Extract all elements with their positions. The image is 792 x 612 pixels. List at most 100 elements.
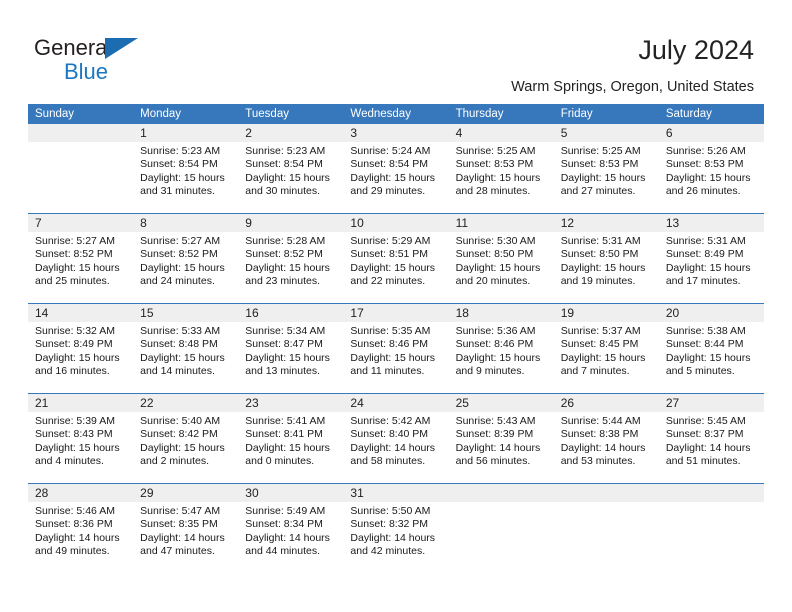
daylight-text-line2: and 24 minutes. [140, 275, 215, 288]
calendar-cell-inner: 10 Sunrise: 5:29 AM Sunset: 8:51 PM Dayligh… [343, 214, 449, 303]
calendar-day-cell[interactable]: 17 Sunrise: 5:35 AM Sunset: 8:46 PM Dayligh… [343, 303, 449, 394]
calendar-cell-inner [553, 484, 659, 573]
calendar-day-cell[interactable]: 2 Sunrise: 5:23 AM Sunset: 8:54 PM Daylight… [238, 124, 344, 214]
sunset-text: Sunset: 8:42 PM [140, 428, 218, 441]
day-number [28, 124, 134, 142]
sunrise-text: Sunrise: 5:47 AM [140, 505, 221, 517]
daylight-text-line2: and 23 minutes. [245, 275, 320, 288]
day-details: Sunrise: 5:34 AM Sunset: 8:47 PM Daylight:… [238, 322, 343, 379]
day-details: Sunrise: 5:27 AM Sunset: 8:52 PM Daylight:… [133, 232, 238, 289]
sunrise-text: Sunrise: 5:44 AM [560, 415, 641, 427]
calendar-day-cell[interactable]: 10 Sunrise: 5:29 AM Sunset: 8:51 PM Dayligh… [343, 213, 449, 304]
calendar-day-cell[interactable]: 20 Sunrise: 5:38 AM Sunset: 8:44 PM Dayligh… [658, 303, 764, 394]
day-number: 25 [448, 394, 554, 412]
calendar-cell-inner: 9 Sunrise: 5:28 AM Sunset: 8:52 PM Daylight… [238, 214, 344, 303]
calendar-day-cell[interactable]: 25 Sunrise: 5:43 AM Sunset: 8:39 PM Dayligh… [448, 393, 554, 484]
daylight-text-line1: Daylight: 14 hours [665, 441, 751, 454]
sunset-text: Sunset: 8:51 PM [350, 248, 429, 261]
calendar-day-cell[interactable]: 23 Sunrise: 5:41 AM Sunset: 8:41 PM Dayligh… [238, 393, 344, 484]
day-details: Sunrise: 5:31 AM Sunset: 8:49 PM Daylight:… [659, 232, 764, 289]
daylight-text-line2: and 28 minutes. [455, 185, 531, 198]
calendar-day-cell[interactable]: 1 Sunrise: 5:23 AM Sunset: 8:54 PM Daylight… [133, 124, 239, 214]
calendar-day-cell[interactable]: 3 Sunrise: 5:24 AM Sunset: 8:54 PM Daylight… [343, 124, 449, 214]
day-details: Sunrise: 5:44 AM Sunset: 8:38 PM Daylight:… [554, 412, 659, 469]
calendar-day-cell[interactable]: 6 Sunrise: 5:26 AM Sunset: 8:53 PM Daylight… [658, 124, 764, 214]
daylight-text-line2: and 9 minutes. [455, 365, 525, 378]
calendar-day-cell[interactable]: 14 Sunrise: 5:32 AM Sunset: 8:49 PM Dayligh… [28, 303, 134, 394]
calendar-day-cell[interactable]: 24 Sunrise: 5:42 AM Sunset: 8:40 PM Dayligh… [343, 393, 449, 484]
calendar-day-cell[interactable]: 18 Sunrise: 5:36 AM Sunset: 8:46 PM Dayligh… [448, 303, 554, 394]
calendar-day-cell[interactable]: 9 Sunrise: 5:28 AM Sunset: 8:52 PM Daylight… [238, 213, 344, 304]
daylight-text-line1: Daylight: 15 hours [455, 171, 541, 184]
calendar-cell-inner: 20 Sunrise: 5:38 AM Sunset: 8:44 PM Dayligh… [658, 304, 764, 393]
calendar-day-cell[interactable]: 27 Sunrise: 5:45 AM Sunset: 8:37 PM Dayligh… [658, 393, 764, 484]
sunrise-text: Sunrise: 5:31 AM [560, 235, 641, 247]
daylight-text-line2: and 2 minutes. [140, 455, 210, 468]
calendar-cell-inner: 15 Sunrise: 5:33 AM Sunset: 8:48 PM Dayligh… [133, 304, 239, 393]
day-details: Sunrise: 5:45 AM Sunset: 8:37 PM Daylight:… [659, 412, 764, 469]
calendar-day-cell[interactable]: 28 Sunrise: 5:46 AM Sunset: 8:36 PM Dayligh… [28, 483, 134, 573]
calendar-day-cell[interactable]: 21 Sunrise: 5:39 AM Sunset: 8:43 PM Dayligh… [28, 393, 134, 484]
daylight-text-line1: Daylight: 15 hours [665, 351, 751, 364]
calendar-day-cell[interactable]: 12 Sunrise: 5:31 AM Sunset: 8:50 PM Dayligh… [553, 213, 659, 304]
day-number: 16 [238, 304, 344, 322]
daylight-text-line2: and 11 minutes. [350, 365, 425, 378]
calendar-day-cell[interactable]: 19 Sunrise: 5:37 AM Sunset: 8:45 PM Dayligh… [553, 303, 659, 394]
daylight-text-line1: Daylight: 15 hours [245, 441, 330, 454]
sunrise-text: Sunrise: 5:43 AM [455, 415, 536, 427]
calendar-day-cell[interactable]: 15 Sunrise: 5:33 AM Sunset: 8:48 PM Dayligh… [133, 303, 239, 394]
sunrise-text: Sunrise: 5:37 AM [560, 325, 641, 337]
daylight-text-line1: Daylight: 14 hours [245, 531, 330, 544]
calendar-cell-inner [448, 484, 554, 573]
day-details: Sunrise: 5:32 AM Sunset: 8:49 PM Daylight:… [28, 322, 133, 379]
daylight-text-line1: Daylight: 14 hours [140, 531, 225, 544]
calendar-day-cell[interactable]: 11 Sunrise: 5:30 AM Sunset: 8:50 PM Dayligh… [448, 213, 554, 304]
calendar-day-cell[interactable]: 5 Sunrise: 5:25 AM Sunset: 8:53 PM Daylight… [553, 124, 659, 214]
sunrise-text: Sunrise: 5:24 AM [350, 145, 431, 157]
daylight-text-line1: Daylight: 15 hours [350, 171, 436, 184]
daylight-text-line1: Daylight: 15 hours [350, 261, 436, 274]
weekday-header-wednesday: Wednesday [343, 104, 449, 124]
sunrise-text: Sunrise: 5:41 AM [245, 415, 326, 427]
calendar-day-cell[interactable]: 26 Sunrise: 5:44 AM Sunset: 8:38 PM Dayligh… [553, 393, 659, 484]
daylight-text-line1: Daylight: 15 hours [35, 351, 120, 364]
sunrise-text: Sunrise: 5:25 AM [455, 145, 536, 157]
sunrise-text: Sunrise: 5:49 AM [245, 505, 326, 517]
sunrise-text: Sunrise: 5:36 AM [455, 325, 536, 337]
weekday-header-thursday: Thursday [448, 104, 554, 124]
daylight-text-line1: Daylight: 14 hours [560, 441, 646, 454]
daylight-text-line2: and 0 minutes. [245, 455, 315, 468]
day-number: 19 [553, 304, 659, 322]
daylight-text-line2: and 30 minutes. [245, 185, 320, 198]
calendar-cell-inner: 18 Sunrise: 5:36 AM Sunset: 8:46 PM Dayligh… [448, 304, 554, 393]
calendar-day-cell[interactable]: 30 Sunrise: 5:49 AM Sunset: 8:34 PM Dayligh… [238, 483, 344, 573]
calendar-day-cell[interactable]: 4 Sunrise: 5:25 AM Sunset: 8:53 PM Daylight… [448, 124, 554, 214]
calendar-day-cell[interactable]: 8 Sunrise: 5:27 AM Sunset: 8:52 PM Daylight… [133, 213, 239, 304]
sunrise-text: Sunrise: 5:45 AM [665, 415, 746, 427]
sunrise-text: Sunrise: 5:26 AM [665, 145, 746, 157]
day-details: Sunrise: 5:38 AM Sunset: 8:44 PM Daylight:… [659, 322, 764, 379]
calendar-day-cell[interactable]: 22 Sunrise: 5:40 AM Sunset: 8:42 PM Dayligh… [133, 393, 239, 484]
sunset-text: Sunset: 8:53 PM [560, 158, 639, 171]
calendar-cell-inner: 23 Sunrise: 5:41 AM Sunset: 8:41 PM Dayligh… [238, 394, 344, 483]
calendar-day-cell[interactable]: 7 Sunrise: 5:27 AM Sunset: 8:52 PM Daylight… [28, 213, 134, 304]
calendar-day-cell[interactable]: 29 Sunrise: 5:47 AM Sunset: 8:35 PM Dayligh… [133, 483, 239, 573]
sunrise-text: Sunrise: 5:32 AM [35, 325, 115, 337]
sunset-text: Sunset: 8:38 PM [560, 428, 639, 441]
calendar-day-cell[interactable]: 31 Sunrise: 5:50 AM Sunset: 8:32 PM Dayligh… [343, 483, 449, 573]
page-title: July 2024 [638, 35, 754, 65]
general-blue-logo[interactable]: General Blue [34, 36, 214, 86]
day-number: 28 [28, 484, 134, 502]
sunrise-text: Sunrise: 5:25 AM [560, 145, 641, 157]
calendar-day-cell[interactable]: 16 Sunrise: 5:34 AM Sunset: 8:47 PM Dayligh… [238, 303, 344, 394]
daylight-text-line2: and 22 minutes. [350, 275, 426, 288]
daylight-text-line1: Daylight: 15 hours [560, 351, 646, 364]
calendar-day-cell[interactable]: 13 Sunrise: 5:31 AM Sunset: 8:49 PM Dayligh… [658, 213, 764, 304]
sunset-text: Sunset: 8:52 PM [35, 248, 113, 261]
sunset-text: Sunset: 8:34 PM [245, 518, 323, 531]
calendar-cell-inner: 21 Sunrise: 5:39 AM Sunset: 8:43 PM Dayligh… [28, 394, 134, 483]
calendar-cell-inner: 24 Sunrise: 5:42 AM Sunset: 8:40 PM Dayligh… [343, 394, 449, 483]
daylight-text-line2: and 19 minutes. [560, 275, 636, 288]
calendar-cell-inner: 1 Sunrise: 5:23 AM Sunset: 8:54 PM Daylight… [133, 124, 239, 213]
daylight-text-line2: and 17 minutes. [665, 275, 741, 288]
